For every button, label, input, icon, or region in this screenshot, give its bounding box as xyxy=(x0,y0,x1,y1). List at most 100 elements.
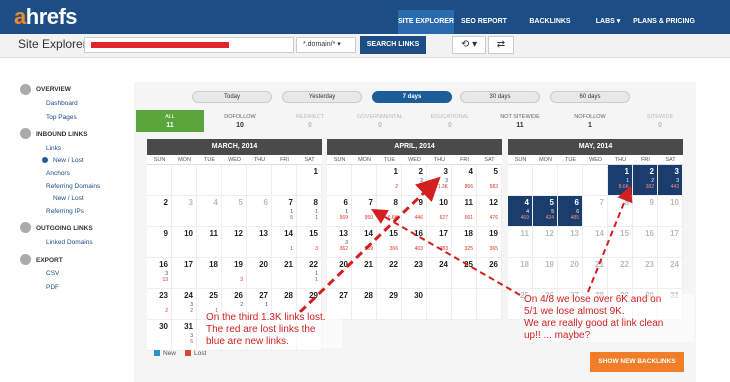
day-cell: 15 366 xyxy=(377,227,402,258)
nav-seo-report[interactable]: SEO REPORT xyxy=(458,10,510,34)
day-number: 25 xyxy=(209,291,218,300)
sidebar-item-pdf[interactable]: PDF xyxy=(46,284,59,291)
filter-tab-6[interactable]: NOFOLLOW 1 xyxy=(556,110,624,132)
day-cell: 23 2 xyxy=(147,289,172,320)
day-cell: 2 xyxy=(147,196,172,227)
inbound-links-icon xyxy=(20,128,31,139)
day-cell: 13 xyxy=(247,227,272,258)
day-number: 8 xyxy=(313,198,318,207)
weekday-label: TUE xyxy=(384,157,395,163)
day-number: 29 xyxy=(389,291,398,300)
period-tab-4[interactable]: 60 days xyxy=(550,91,630,103)
calendar-grid: 1 2 2 2 41 3 3 1.3K 4 866 5 583 6 1 569 7 950 8 6.6K 9 446 10… xyxy=(327,165,502,320)
day-cell: 1 1 8.6K xyxy=(608,165,633,196)
lost-count: 8.6K xyxy=(618,184,629,190)
ahrefs-logo[interactable]: ahrefs xyxy=(14,4,78,30)
sidebar-item-referring-domains[interactable]: Referring Domains xyxy=(46,183,100,190)
day-cell: 11 xyxy=(508,227,533,258)
calendar-title: APRIL, 2014 xyxy=(327,139,502,155)
sidebar-item-links[interactable]: Links xyxy=(46,145,61,152)
lost-count: 3 xyxy=(240,277,243,283)
sidebar-item-new-lost[interactable]: New / Lost xyxy=(53,157,84,164)
search-links-button[interactable]: SEARCH LINKS xyxy=(360,36,426,54)
day-cell: 10 xyxy=(658,196,683,227)
sidebar-item-referring-ips[interactable]: Referring IPs xyxy=(46,208,84,215)
export-icon xyxy=(20,254,31,265)
empty-cell xyxy=(222,165,247,196)
lost-count: 950 xyxy=(364,215,373,221)
filter-tab-0[interactable]: ALL 11 xyxy=(136,110,204,132)
filter-tab-4[interactable]: EDUCATIONAL 0 xyxy=(416,110,484,132)
active-dot-icon xyxy=(42,157,48,163)
day-cell: 8 xyxy=(608,196,633,227)
day-number: 12 xyxy=(489,198,498,207)
day-number: 16 xyxy=(645,229,654,238)
day-number: 20 xyxy=(259,260,268,269)
empty-cell xyxy=(427,289,452,320)
search-input[interactable] xyxy=(84,37,294,53)
empty-cell xyxy=(172,165,197,196)
lost-count: 443 xyxy=(670,184,679,190)
sidebar-item-ref-new-lost[interactable]: New / Lost xyxy=(53,195,84,202)
lost-count: 569 xyxy=(339,215,348,221)
nav-site-explorer[interactable]: SITE EXPLORER xyxy=(398,10,454,34)
day-cell: 17 xyxy=(658,227,683,258)
period-tab-1[interactable]: Yesterday xyxy=(282,91,362,103)
lost-count: 2 xyxy=(395,184,398,190)
show-new-backlinks-button[interactable]: SHOW NEW BACKLINKS xyxy=(590,352,684,372)
filter-label: SITEWIDE xyxy=(646,114,674,120)
compare-button[interactable]: ⇄ xyxy=(488,36,514,54)
period-tab-0[interactable]: Today xyxy=(192,91,272,103)
filter-tab-7[interactable]: SITEWIDE 0 xyxy=(626,110,694,132)
weekday-label: SAT xyxy=(665,157,676,163)
day-number: 15 xyxy=(309,229,318,238)
calendar-1: APRIL, 2014 SUN MON TUE WED THU FRI SAT 1 2 2 2 41 3 3… xyxy=(327,139,502,320)
day-cell: 2 2 382 xyxy=(633,165,658,196)
day-number: 29 xyxy=(309,291,318,300)
filter-count: 0 xyxy=(448,122,452,129)
lost-count: 325 xyxy=(464,246,473,252)
lost-count: 424 xyxy=(545,215,554,221)
nav-labs[interactable]: LABS ▾ xyxy=(590,10,626,34)
lost-count: 469 xyxy=(520,215,529,221)
day-cell: 4 4 469 xyxy=(508,196,533,227)
filter-count: 1 xyxy=(588,122,592,129)
day-cell: 6 6 485 xyxy=(558,196,583,227)
day-number: 15 xyxy=(620,229,629,238)
mode-select[interactable]: *.domain/* ▾ xyxy=(296,37,356,53)
day-number: 28 xyxy=(284,291,293,300)
day-number: 21 xyxy=(595,260,604,269)
period-tab-3[interactable]: 30 days xyxy=(460,91,540,103)
day-number: 4 xyxy=(213,198,218,207)
sidebar-item-anchors[interactable]: Anchors xyxy=(46,170,70,177)
day-number: 8 xyxy=(624,198,629,207)
filter-tab-1[interactable]: DOFOLLOW 10 xyxy=(206,110,274,132)
lost-count: 41 xyxy=(417,184,423,190)
annotation-left: On the third 1.3K links lost. The red ar… xyxy=(206,312,342,348)
new-count: 1 xyxy=(265,302,268,308)
day-number: 23 xyxy=(414,260,423,269)
weekday-label: SAT xyxy=(304,157,315,163)
nav-plans-pricing[interactable]: PLANS & PRICING xyxy=(632,10,696,34)
day-cell: 5 583 xyxy=(477,165,502,196)
filter-tab-5[interactable]: NOT SITEWIDE 11 xyxy=(486,110,554,132)
annotation-right: On 4/8 we lose over 6K and on 5/1 we los… xyxy=(524,294,694,342)
sidebar-item-linked-domains[interactable]: Linked Domains xyxy=(46,239,93,246)
day-cell: 29 xyxy=(377,289,402,320)
filter-tab-3[interactable]: GOVERNMENTAL 0 xyxy=(346,110,414,132)
day-cell: 14 269 xyxy=(352,227,377,258)
day-number: 3 xyxy=(443,167,448,176)
filter-tab-2[interactable]: REDIRECT 0 xyxy=(276,110,344,132)
day-cell: 18 xyxy=(197,258,222,289)
sidebar-item-csv[interactable]: CSV xyxy=(46,270,59,277)
sidebar-item-top-pages[interactable]: Top Pages xyxy=(46,114,77,121)
history-button[interactable]: ⟲ ▾ xyxy=(452,36,486,54)
period-tab-2[interactable]: 7 days xyxy=(372,91,452,103)
new-swatch xyxy=(154,350,160,357)
nav-backlinks-report[interactable]: BACKLINKS REPORT xyxy=(514,10,586,49)
weekday-label: MON xyxy=(358,157,371,163)
filter-count: 11 xyxy=(516,122,524,129)
day-number: 14 xyxy=(595,229,604,238)
sidebar-item-dashboard[interactable]: Dashboard xyxy=(46,100,78,107)
day-cell: 6 1 569 xyxy=(327,196,352,227)
